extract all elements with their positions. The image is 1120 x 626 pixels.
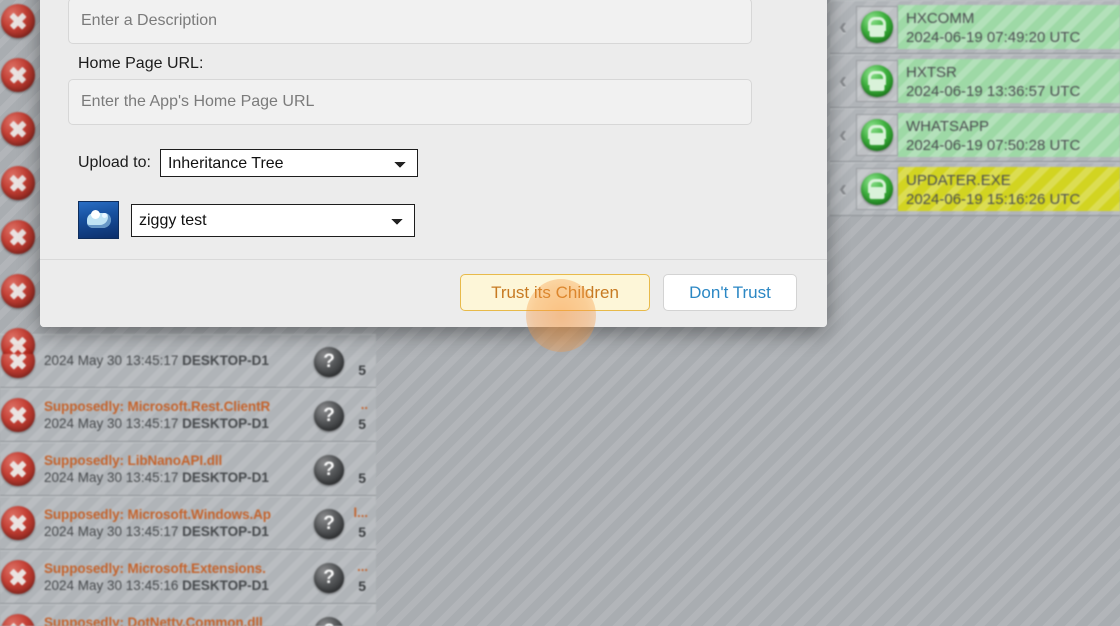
- red-x-icon: [1, 398, 35, 432]
- question-mark-icon[interactable]: ?: [314, 455, 344, 485]
- question-mark-icon[interactable]: ?: [314, 401, 344, 431]
- trust-list-item[interactable]: ‹ WHATSAPP 2024-06-19 07:50:28 UTC: [830, 108, 1120, 162]
- dialog-body: Home Page URL: Upload to: Inheritance Tr…: [40, 0, 827, 259]
- list-item[interactable]: Supposedly: Microsoft.Extensions. 2024 M…: [0, 550, 376, 604]
- green-lock-icon: [861, 119, 893, 151]
- app-select[interactable]: ziggy test: [131, 203, 415, 237]
- trust-list-item-time: 2024-06-19 07:50:28 UTC: [906, 137, 1081, 154]
- list-item-count: 5: [358, 524, 366, 540]
- list-item-date: 2024 May 30 13:45:17: [44, 415, 179, 431]
- list-item-count: 5: [358, 362, 366, 378]
- home-page-url-input[interactable]: [68, 79, 752, 125]
- chevron-left-icon[interactable]: ‹: [830, 123, 856, 147]
- upload-to-row: Upload to: Inheritance Tree: [78, 149, 799, 177]
- list-item-date: 2024 May 30 13:45:17: [44, 523, 179, 539]
- list-item-date: 2024 May 30 13:45:16: [44, 577, 179, 593]
- home-page-url-label: Home Page URL:: [78, 55, 204, 72]
- upload-to-label: Upload to:: [78, 154, 151, 171]
- lock-icon-container: [856, 60, 898, 102]
- trust-list-item-band: UPDATER.EXE 2024-06-19 15:16:26 UTC: [898, 167, 1120, 211]
- dont-trust-button[interactable]: Don't Trust: [663, 274, 797, 311]
- red-x-icon: [1, 112, 35, 146]
- trust-list-item-name: WHATSAPP: [906, 118, 990, 135]
- red-x-icon: [1, 328, 35, 354]
- list-item-host: DESKTOP-D1: [182, 577, 269, 593]
- description-input[interactable]: [68, 0, 752, 44]
- chevron-left-icon[interactable]: ‹: [830, 15, 856, 39]
- application-window: 2024 May 30 13:45:17 DESKTOP-D1 ? 5 Supp…: [0, 0, 1120, 626]
- red-x-icon: [1, 506, 35, 540]
- left-status-icon-column: [0, 0, 38, 354]
- trust-list-item[interactable]: ‹ HXCOMM 2024-06-19 07:49:20 UTC: [830, 0, 1120, 54]
- trust-list-item-band: WHATSAPP 2024-06-19 07:50:28 UTC: [898, 113, 1120, 157]
- green-lock-icon: [861, 173, 893, 205]
- green-lock-icon: [861, 11, 893, 43]
- question-mark-icon[interactable]: ?: [314, 347, 344, 377]
- lock-icon-container: [856, 168, 898, 210]
- list-item-overflow: ..: [360, 397, 368, 412]
- list-item-date: 2024 May 30 13:45:17: [44, 353, 179, 368]
- right-trust-list[interactable]: ‹ HXCOMM 2024-06-19 07:49:20 UTC ‹ HXTSR…: [830, 0, 1120, 216]
- trust-list-item-band: HXCOMM 2024-06-19 07:49:20 UTC: [898, 5, 1120, 49]
- red-x-icon: [1, 220, 35, 254]
- trust-list-item[interactable]: ‹ HXTSR 2024-06-19 13:36:57 UTC: [830, 54, 1120, 108]
- ziggy-app-icon: [78, 201, 119, 239]
- trust-list-item-time: 2024-06-19 15:16:26 UTC: [906, 191, 1081, 208]
- trust-list-item-band: HXTSR 2024-06-19 13:36:57 UTC: [898, 59, 1120, 103]
- red-x-icon: [1, 560, 35, 594]
- trust-app-dialog: Home Page URL: Upload to: Inheritance Tr…: [40, 0, 827, 327]
- chevron-left-icon[interactable]: ‹: [830, 69, 856, 93]
- list-item-host: DESKTOP-D1: [182, 415, 269, 431]
- red-x-icon: [1, 166, 35, 200]
- question-mark-icon[interactable]: ?: [314, 563, 344, 593]
- upload-to-select[interactable]: Inheritance Tree: [159, 149, 418, 177]
- trust-list-item[interactable]: ‹ UPDATER.EXE 2024-06-19 15:16:26 UTC: [830, 162, 1120, 216]
- trust-its-children-button[interactable]: Trust its Children: [460, 274, 650, 311]
- list-item-host: DESKTOP-D1: [182, 353, 269, 368]
- red-x-icon: [1, 4, 35, 38]
- list-item-count: 5: [358, 578, 366, 594]
- list-item-count: 5: [358, 416, 366, 432]
- list-item[interactable]: Supposedly: LibNanoAPI.dll 2024 May 30 1…: [0, 442, 376, 496]
- app-selector-row: ziggy test: [78, 201, 799, 239]
- list-item[interactable]: Supposedly: Microsoft.Rest.ClientR 2024 …: [0, 388, 376, 442]
- lock-icon-container: [856, 114, 898, 156]
- list-item[interactable]: 2024 May 30 13:45:17 DESKTOP-D1 ? 5: [0, 334, 376, 388]
- list-item[interactable]: Supposedly: DotNetty.Common.dll 2024 May…: [0, 604, 376, 626]
- list-item[interactable]: Supposedly: Microsoft.Windows.Ap 2024 Ma…: [0, 496, 376, 550]
- trust-list-item-time: 2024-06-19 13:36:57 UTC: [906, 83, 1081, 100]
- lock-icon-container: [856, 6, 898, 48]
- green-lock-icon: [861, 65, 893, 97]
- red-x-icon: [1, 274, 35, 308]
- trust-list-item-name: HXCOMM: [906, 10, 975, 27]
- list-item-host: DESKTOP-D1: [182, 469, 269, 485]
- red-x-icon: [1, 452, 35, 486]
- trust-list-item-name: HXTSR: [906, 64, 957, 81]
- list-item-overflow: ...: [357, 559, 368, 574]
- trust-list-item-name: UPDATER.EXE: [906, 172, 1011, 189]
- list-item-host: DESKTOP-D1: [182, 523, 269, 539]
- list-item-count: 5: [358, 470, 366, 486]
- red-x-icon: [1, 614, 35, 626]
- list-item-date: 2024 May 30 13:45:17: [44, 469, 179, 485]
- red-x-icon: [1, 58, 35, 92]
- dialog-footer: Trust its Children Don't Trust: [40, 259, 827, 327]
- trust-list-item-time: 2024-06-19 07:49:20 UTC: [906, 29, 1081, 46]
- list-item-overflow: l...: [353, 505, 368, 520]
- chevron-left-icon[interactable]: ‹: [830, 177, 856, 201]
- question-mark-icon[interactable]: ?: [314, 509, 344, 539]
